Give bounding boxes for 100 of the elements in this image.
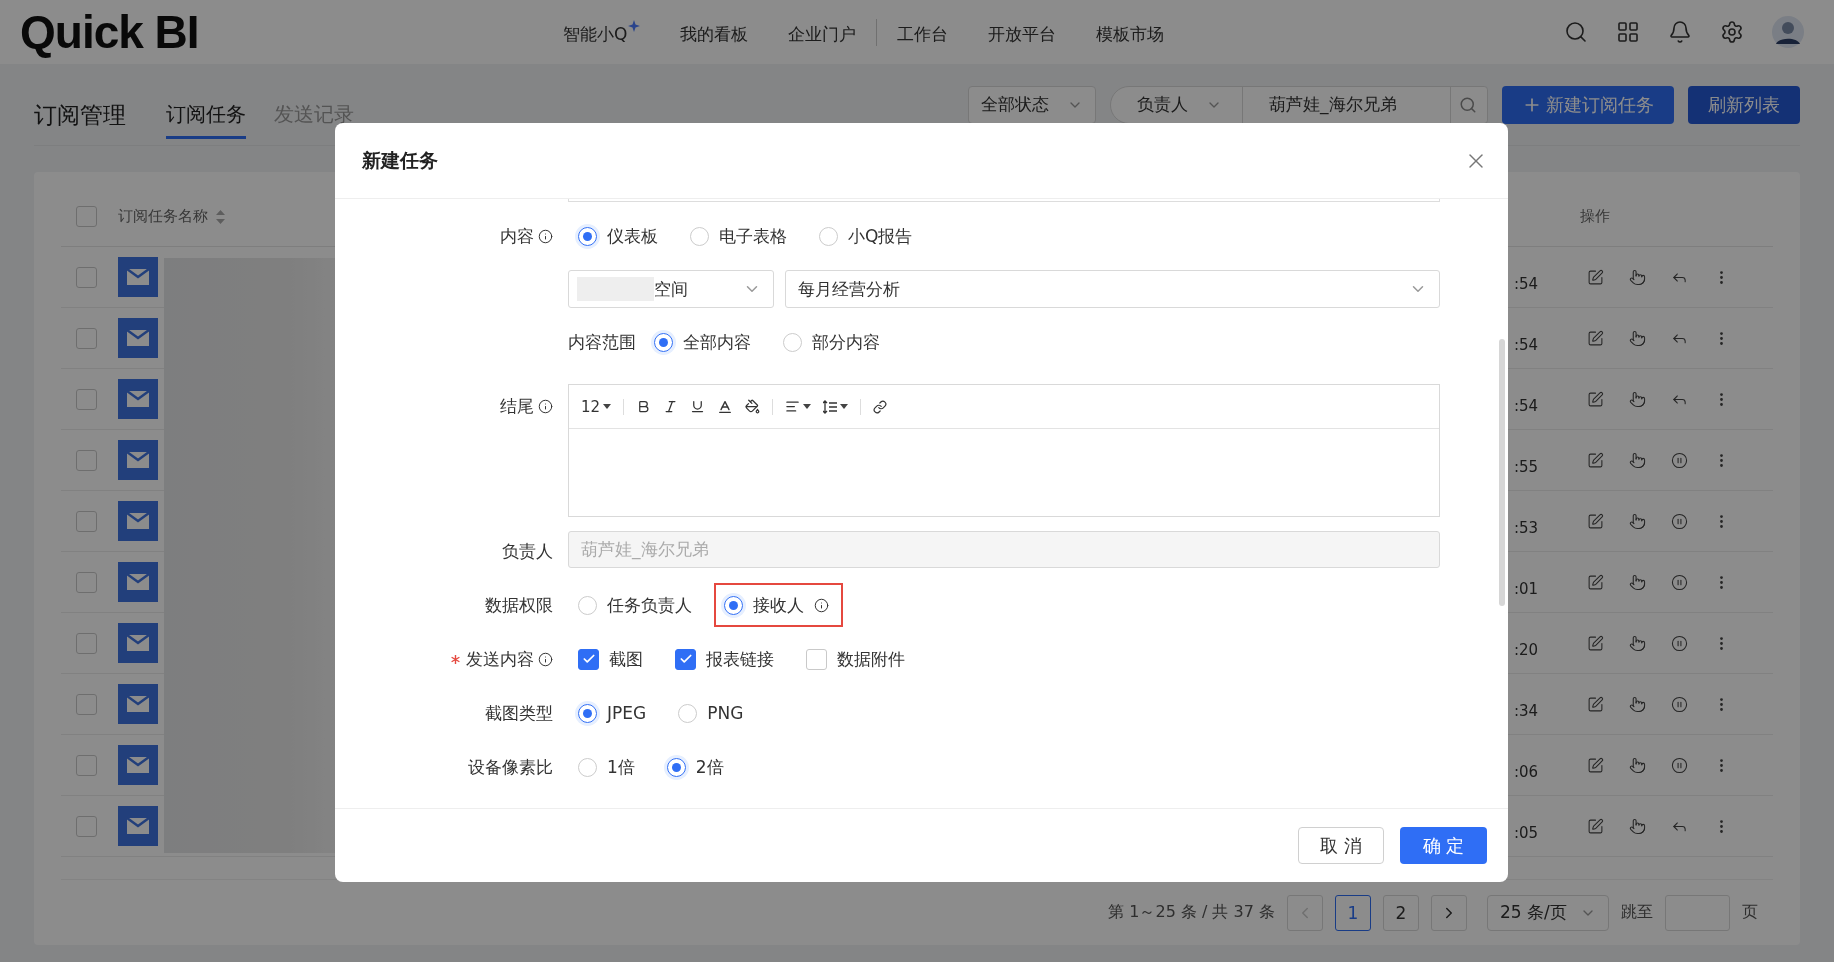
- caret-icon: [803, 404, 812, 409]
- highlight-icon[interactable]: [745, 399, 761, 414]
- radio-option[interactable]: 1倍: [568, 745, 649, 789]
- radio-button[interactable]: [666, 757, 686, 777]
- nav-item[interactable]: 开放平台: [988, 18, 1057, 46]
- mail-icon: [118, 318, 158, 358]
- underline-icon[interactable]: [690, 399, 706, 414]
- hand-pointer-icon[interactable]: [1629, 634, 1646, 652]
- hand-pointer-icon[interactable]: [1629, 390, 1646, 408]
- hand-pointer-icon[interactable]: [1629, 329, 1646, 347]
- grid-icon[interactable]: [1616, 20, 1640, 44]
- nav-item[interactable]: 模板市场: [1096, 18, 1165, 46]
- avatar-icon[interactable]: [1772, 16, 1804, 48]
- search-icon[interactable]: [1564, 20, 1588, 44]
- radio-option[interactable]: 全部内容: [644, 320, 765, 364]
- radio-option[interactable]: JPEG: [568, 691, 661, 735]
- checkbox-option[interactable]: 数据附件: [796, 637, 919, 681]
- table-cell-text: :05: [1514, 824, 1540, 842]
- settings-icon[interactable]: [1720, 20, 1744, 44]
- text-field[interactable]: [568, 199, 1440, 202]
- pause-icon[interactable]: [1671, 451, 1688, 469]
- checkbox-option[interactable]: 截图: [568, 637, 657, 681]
- checkbox[interactable]: [76, 815, 97, 837]
- font-color-icon[interactable]: [717, 398, 734, 415]
- radio-button[interactable]: [578, 703, 597, 723]
- radio-option[interactable]: PNG: [668, 691, 758, 735]
- checkbox[interactable]: [76, 449, 97, 471]
- checkbox[interactable]: [76, 266, 97, 288]
- confirm-button[interactable]: 确 定: [1400, 827, 1487, 864]
- checkbox[interactable]: [675, 648, 696, 670]
- hand-pointer-icon[interactable]: [1629, 451, 1646, 469]
- bell-icon[interactable]: [1668, 20, 1692, 44]
- check-icon: [678, 652, 693, 666]
- link-icon[interactable]: [873, 399, 888, 414]
- hand-pointer-icon[interactable]: [1629, 817, 1646, 835]
- scrollbar-thumb[interactable]: [1499, 339, 1505, 606]
- checkbox[interactable]: [76, 754, 97, 776]
- edit-icon[interactable]: [1587, 634, 1604, 652]
- hand-pointer-icon[interactable]: [1629, 268, 1646, 286]
- edit-icon[interactable]: [1587, 268, 1604, 286]
- status-select[interactable]: 全部状态: [968, 85, 1096, 124]
- field-label: 结尾: [335, 384, 553, 428]
- radio-button[interactable]: [654, 332, 673, 352]
- tab[interactable]: 订阅任务: [166, 92, 246, 139]
- radio-button[interactable]: [724, 595, 743, 615]
- page-button[interactable]: 2: [1383, 894, 1419, 931]
- edit-icon[interactable]: [1587, 512, 1604, 530]
- radio-option[interactable]: 2倍: [656, 745, 738, 789]
- pause-icon[interactable]: [1671, 573, 1688, 591]
- checkbox[interactable]: [76, 632, 97, 654]
- edit-icon[interactable]: [1587, 573, 1604, 591]
- page-title: 订阅管理: [34, 101, 126, 130]
- checkbox[interactable]: [76, 206, 97, 227]
- edit-icon[interactable]: [1587, 817, 1604, 835]
- checkbox[interactable]: [806, 648, 827, 670]
- pause-icon[interactable]: [1671, 634, 1688, 652]
- pause-icon[interactable]: [1671, 512, 1688, 530]
- edit-icon[interactable]: [1587, 390, 1604, 408]
- hand-pointer-icon[interactable]: [1629, 573, 1646, 591]
- scope-label: 内容范围: [568, 330, 636, 354]
- owner-filter[interactable]: 负责人 葫芦娃_海尔兄弟: [1110, 85, 1488, 124]
- report-select[interactable]: 每月经营分析: [785, 270, 1440, 308]
- search-icon[interactable]: [1459, 95, 1477, 114]
- edit-icon[interactable]: [1587, 329, 1604, 347]
- page-size-select[interactable]: 25 条/页: [1487, 894, 1609, 931]
- hand-pointer-icon[interactable]: [1629, 512, 1646, 530]
- pause-icon[interactable]: [1671, 756, 1688, 774]
- hand-pointer-icon[interactable]: [1629, 695, 1646, 713]
- table-cell-text: :54: [1514, 336, 1540, 354]
- font-size-select[interactable]: 12: [581, 397, 612, 416]
- hand-pointer-icon[interactable]: [1629, 756, 1646, 774]
- mail-icon: [118, 562, 158, 602]
- italic-icon[interactable]: [663, 399, 679, 414]
- pause-icon[interactable]: [1671, 695, 1688, 713]
- edit-icon[interactable]: [1587, 695, 1604, 713]
- checkbox-option[interactable]: 报表链接: [665, 637, 788, 681]
- nav-item[interactable]: 工作台: [876, 18, 949, 46]
- radio-button[interactable]: [578, 226, 597, 246]
- cancel-button[interactable]: 取 消: [1298, 827, 1384, 864]
- nav-item[interactable]: 智能小Q: [563, 18, 641, 46]
- align-select[interactable]: [785, 399, 812, 414]
- checkbox[interactable]: [76, 388, 97, 410]
- radio-option[interactable]: 任务负责人: [568, 583, 706, 627]
- checkbox[interactable]: [76, 571, 97, 593]
- checkbox[interactable]: [76, 693, 97, 715]
- rich-text-editor[interactable]: 12: [568, 384, 1440, 517]
- space-select[interactable]: 空间: [568, 270, 774, 308]
- checkbox[interactable]: [76, 327, 97, 349]
- radio-option[interactable]: 部分内容: [773, 320, 894, 364]
- line-spacing-select[interactable]: [823, 399, 849, 414]
- edit-icon[interactable]: [1587, 756, 1604, 774]
- highlighted-radio-option[interactable]: 接收人: [714, 583, 843, 627]
- edit-icon[interactable]: [1587, 451, 1604, 469]
- checkbox[interactable]: [76, 510, 97, 532]
- refresh-button[interactable]: 刷新列表: [1688, 85, 1800, 124]
- checkbox[interactable]: [578, 648, 599, 670]
- nav-item[interactable]: 我的看板: [680, 18, 749, 46]
- owner-field: 葫芦娃_海尔兄弟: [568, 531, 1440, 568]
- nav-item[interactable]: 企业门户: [788, 18, 857, 46]
- mail-icon: [118, 501, 158, 541]
